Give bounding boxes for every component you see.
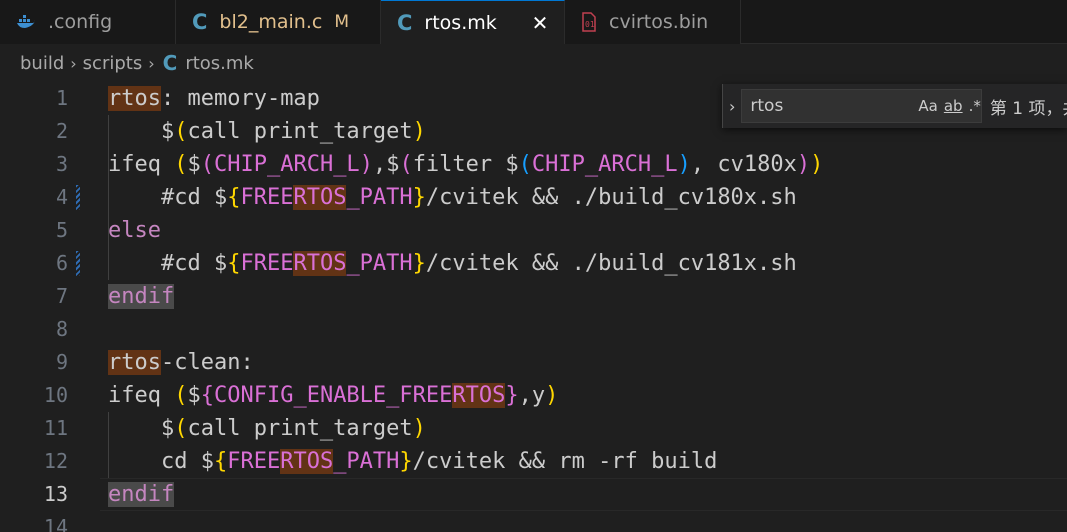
line-content: cd ${FREERTOS_PATH}/cvitek && rm -rf bui… [108, 449, 718, 474]
code-line: 5 else [0, 214, 1067, 247]
code-editor[interactable]: 1 rtos: memory-map 2 $(call print_target… [0, 82, 1067, 532]
line-number: 14 [43, 515, 68, 532]
toggle-replace-button[interactable]: › [729, 97, 735, 116]
find-result-count: 第 1 项，共 ? [989, 98, 1067, 119]
code-line: 3 ifeq ($(CHIP_ARCH_L),$(filter $(CHIP_A… [0, 148, 1067, 181]
breadcrumb-item-build[interactable]: build [20, 53, 64, 74]
line-content: $(call print_target) [160, 416, 426, 441]
breadcrumb: build › scripts › C rtos.mk [0, 44, 254, 82]
c-file-icon: C [162, 51, 178, 75]
line-content: rtos: memory-map [108, 86, 320, 111]
chevron-right-icon: › [70, 53, 77, 73]
docker-icon [16, 14, 36, 30]
line-number: 8 [55, 317, 68, 341]
svg-text:01: 01 [585, 20, 595, 29]
tab-rtos-mk[interactable]: C rtos.mk ✕ [381, 0, 565, 44]
tab-cvirtos-bin[interactable]: 01 cvirtos.bin [565, 0, 741, 44]
c-file-icon: C [192, 10, 208, 34]
use-regex-button[interactable]: .* [969, 97, 981, 115]
binary-file-icon: 01 [581, 12, 597, 32]
modified-line-marker[interactable] [76, 185, 80, 210]
line-content: ifeq ($(CHIP_ARCH_L),$(filter $(CHIP_ARC… [108, 152, 824, 177]
line-content: endif [108, 284, 175, 309]
line-content: rtos-clean: [108, 350, 254, 375]
code-line: 10 ifeq (${CONFIG_ENABLE_FREERTOS},y) [0, 379, 1067, 412]
code-line: 4 #cd ${FREERTOS_PATH}/cvitek && ./build… [0, 181, 1067, 214]
line-number: 10 [43, 383, 68, 407]
code-line: 13 endif [0, 478, 1067, 511]
chevron-right-icon: › [148, 53, 155, 73]
close-icon[interactable]: ✕ [530, 11, 550, 35]
line-number: 7 [55, 284, 68, 308]
line-content: #cd ${FREERTOS_PATH}/cvitek && ./build_c… [108, 251, 797, 276]
tab-label: rtos.mk [424, 11, 497, 34]
line-content: $(call print_target) [160, 119, 426, 144]
tab-label: .config [48, 11, 113, 33]
tab-label: bl2_main.c [219, 11, 323, 33]
modified-badge: M [334, 12, 349, 32]
line-number: 11 [43, 416, 68, 440]
line-number: 4 [55, 185, 68, 209]
tab-bl2-main[interactable]: C bl2_main.c M [176, 0, 381, 44]
line-content: else [108, 218, 161, 243]
code-line: 14 [0, 511, 1067, 532]
line-content: endif [108, 482, 175, 507]
code-line: 12 cd ${FREERTOS_PATH}/cvitek && rm -rf … [0, 445, 1067, 478]
match-case-button[interactable]: Aa [918, 97, 937, 115]
code-line: 9 rtos-clean: [0, 346, 1067, 379]
code-line: 7 endif [0, 280, 1067, 313]
match-whole-word-button[interactable]: ab [944, 97, 963, 115]
line-number: 12 [43, 449, 68, 473]
c-file-icon: C [397, 10, 413, 35]
line-number: 9 [55, 350, 68, 374]
find-input[interactable] [742, 95, 913, 117]
tab-config[interactable]: .config [0, 0, 176, 44]
line-number: 1 [55, 86, 68, 110]
tab-label: cvirtos.bin [609, 11, 709, 33]
code-line: 6 #cd ${FREERTOS_PATH}/cvitek && ./build… [0, 247, 1067, 280]
line-content: ifeq (${CONFIG_ENABLE_FREERTOS},y) [108, 383, 559, 408]
tab-bar: .config C bl2_main.c M C rtos.mk ✕ 01 cv… [0, 0, 1067, 44]
find-widget: › Aa ab .* 第 1 项，共 ? [722, 84, 1067, 128]
modified-line-marker[interactable] [76, 251, 80, 276]
line-number: 3 [55, 152, 68, 176]
line-content: #cd ${FREERTOS_PATH}/cvitek && ./build_c… [108, 185, 797, 210]
breadcrumb-item-file[interactable]: rtos.mk [185, 53, 254, 74]
code-line: 11 $(call print_target) [0, 412, 1067, 445]
line-number: 5 [55, 218, 68, 242]
line-number: 13 [43, 482, 68, 506]
code-line: 8 [0, 313, 1067, 346]
line-number: 6 [55, 251, 68, 275]
line-number: 2 [55, 119, 68, 143]
breadcrumb-item-scripts[interactable]: scripts [83, 53, 143, 74]
find-input-box: Aa ab .* [741, 89, 982, 123]
